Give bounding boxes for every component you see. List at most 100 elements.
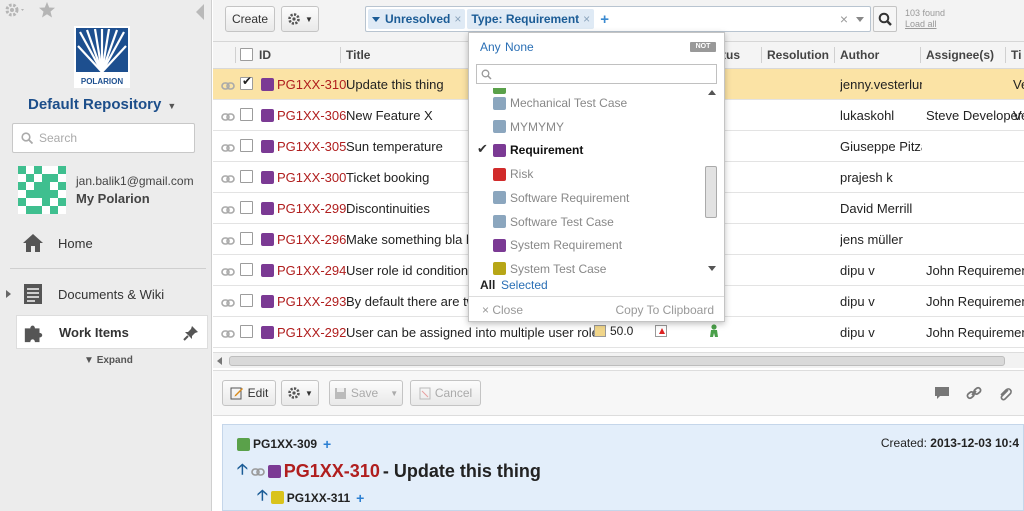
load-all-link[interactable]: Load all [905, 19, 945, 30]
work-item-id[interactable]: PG1XX-305 [277, 139, 346, 154]
scrollbar-thumb[interactable] [229, 356, 1005, 366]
expand-arrow-icon[interactable] [6, 290, 11, 298]
filter-search-input[interactable] [476, 64, 717, 84]
search-button[interactable] [873, 6, 897, 32]
scroll-left-icon[interactable] [217, 357, 222, 365]
column-header-more[interactable]: Ti [1011, 48, 1021, 62]
row-checkbox[interactable] [240, 263, 253, 276]
row-checkbox[interactable] [240, 139, 253, 152]
work-item-id[interactable]: PG1XX-293 [277, 294, 346, 309]
clear-query-icon[interactable]: × [840, 11, 848, 27]
query-dropdown-icon[interactable] [856, 17, 864, 22]
link-icon[interactable] [221, 203, 235, 218]
show-all-toggle[interactable]: All [480, 278, 495, 292]
query-chip-label: Type: Requirement [471, 12, 580, 26]
query-input[interactable]: Unresolved × Type: Requirement × + × [365, 6, 871, 32]
close-popup-button[interactable]: × Close [482, 303, 523, 317]
expand-toggle[interactable]: ▼ Expand [84, 355, 133, 366]
row-checkbox[interactable] [240, 170, 253, 183]
add-icon[interactable]: + [323, 436, 331, 452]
horizontal-scrollbar[interactable] [213, 352, 1024, 368]
type-option[interactable]: Software Requirement [493, 187, 629, 209]
row-checkbox[interactable] [240, 232, 253, 245]
comment-icon[interactable] [934, 386, 950, 400]
work-item-id[interactable]: PG1XX-294 [277, 263, 346, 278]
chevron-down-icon[interactable] [372, 16, 380, 22]
user-profile[interactable]: jan.balik1@gmail.com My Polarion [18, 166, 194, 214]
create-button[interactable]: Create [225, 6, 275, 32]
link-icon[interactable] [221, 79, 235, 94]
not-toggle[interactable]: NOT [690, 42, 716, 52]
close-icon[interactable]: × [454, 12, 461, 26]
sidebar-item-documents[interactable]: Documents & Wiki [0, 277, 208, 311]
sidebar-search-input[interactable]: Search [12, 123, 195, 153]
actions-menu-button[interactable]: ▼ [281, 6, 319, 32]
repository-selector[interactable]: Default Repository ▼ [28, 96, 176, 113]
work-item-title[interactable]: User can be assigned into multiple user … [346, 325, 596, 340]
row-checkbox[interactable] [240, 325, 253, 338]
link-icon[interactable] [221, 234, 235, 249]
work-item-id[interactable]: PG1XX-300 [277, 170, 346, 185]
show-selected-toggle[interactable]: Selected [501, 278, 548, 292]
work-item-id[interactable]: PG1XX-292 [277, 325, 346, 340]
select-all-checkbox[interactable] [240, 48, 253, 61]
edit-button[interactable]: Edit [222, 380, 276, 406]
scrollbar-thumb[interactable] [705, 166, 717, 218]
column-header-id[interactable]: ID [259, 48, 271, 62]
column-header-resolution[interactable]: Resolution [767, 48, 829, 62]
cancel-button[interactable]: Cancel [410, 380, 481, 406]
link-icon[interactable] [221, 296, 235, 311]
type-option[interactable]: ✔ Requirement [477, 139, 583, 161]
link-icon[interactable] [221, 327, 235, 342]
row-checkbox[interactable] [240, 108, 253, 121]
type-option[interactable]: Software Test Case [493, 211, 614, 233]
add-filter-icon[interactable]: + [600, 11, 609, 28]
chevron-down-icon: ▼ [305, 14, 313, 24]
filter-none-link[interactable]: None [505, 40, 534, 54]
column-header-title[interactable]: Title [346, 48, 370, 62]
column-header-author[interactable]: Author [840, 48, 879, 62]
copy-to-clipboard-button[interactable]: Copy To Clipboard [615, 303, 714, 317]
scroll-up-icon[interactable] [708, 90, 716, 95]
row-checkbox[interactable] [240, 201, 253, 214]
save-button[interactable]: Save ▼ [329, 380, 403, 406]
work-item-id[interactable]: PG1XX-299 [277, 201, 346, 216]
link-icon[interactable] [221, 141, 235, 156]
sidebar: POLARION Default Repository ▼ Search jan.… [0, 0, 212, 511]
search-placeholder: Search [39, 131, 78, 145]
sidebar-item-home[interactable]: Home [0, 226, 208, 260]
work-item-id[interactable]: PG1XX-306 [277, 108, 346, 123]
add-icon[interactable]: + [356, 490, 364, 506]
child-item[interactable]: 🡡 PG1XX-311 + [257, 485, 364, 510]
star-icon[interactable] [38, 2, 56, 23]
query-chip-unresolved[interactable]: Unresolved × [368, 9, 466, 29]
work-item-id[interactable]: PG1XX-310 [277, 77, 346, 92]
type-option[interactable]: Risk [493, 163, 533, 185]
link-icon[interactable] [966, 386, 982, 400]
attachment-icon[interactable] [998, 386, 1012, 402]
type-option[interactable]: System Test Case [493, 258, 606, 276]
scroll-down-icon[interactable] [708, 266, 716, 271]
collapse-sidebar-icon[interactable] [196, 4, 204, 20]
link-icon[interactable] [221, 110, 235, 125]
cancel-icon [419, 387, 431, 399]
link-icon[interactable] [221, 172, 235, 187]
my-polarion-link[interactable]: My Polarion [76, 191, 194, 206]
type-option[interactable]: Mechanical Test Case [493, 92, 627, 114]
query-chip-type[interactable]: Type: Requirement × [467, 9, 595, 29]
sidebar-item-work-items[interactable]: Work Items [16, 315, 208, 349]
filter-any-link[interactable]: Any [480, 40, 501, 54]
detail-actions-button[interactable]: ▼ [281, 380, 319, 406]
work-item-id[interactable]: PG1XX-296 [277, 232, 346, 247]
link-icon[interactable] [221, 265, 235, 280]
parent-item-id: PG1XX-309 [253, 437, 318, 451]
column-header-assignees[interactable]: Assignee(s) [926, 48, 994, 62]
pin-icon[interactable] [183, 325, 199, 344]
type-option[interactable]: System Requirement [493, 234, 622, 256]
row-checkbox[interactable] [240, 294, 253, 307]
parent-item[interactable]: PG1XX-309 + [237, 436, 331, 452]
settings-icon[interactable] [4, 2, 26, 23]
type-option[interactable]: MYMYMY [493, 116, 564, 138]
close-icon[interactable]: × [583, 12, 590, 26]
vertical-scrollbar[interactable] [705, 88, 719, 278]
